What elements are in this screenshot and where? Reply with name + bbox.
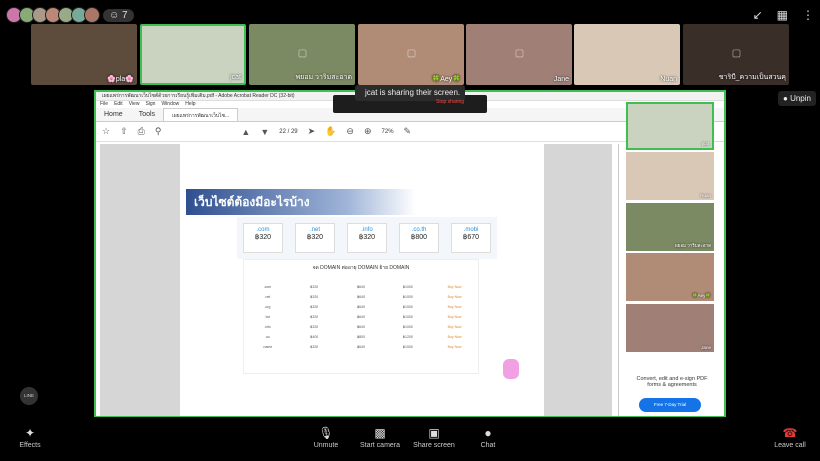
participant-name: jcat [230, 74, 241, 81]
gallery-tile[interactable]: Nuan [626, 152, 714, 200]
chat-icon: ● [484, 426, 492, 440]
minimize-icon[interactable]: ↙ [753, 8, 763, 22]
line-logo: LINE [20, 387, 38, 405]
phone-hangup-icon: ☎ [782, 426, 798, 440]
free-trial-button[interactable]: Free 7-Day Trial [639, 398, 701, 412]
menu-item[interactable]: File [100, 101, 108, 108]
start-camera-button[interactable]: ▩ Start camera [355, 426, 405, 449]
cursor-icon[interactable]: ➤ [308, 126, 316, 137]
print-icon[interactable]: ⎙ [138, 126, 145, 137]
tab-home[interactable]: Home [96, 108, 131, 121]
pdf-page: เว็บไซต์ต้องมีอะไรบ้าง .com ฿320 .net ฿320… [180, 144, 544, 416]
camera-off-icon: ▢ [406, 48, 417, 60]
chat-button[interactable]: ● Chat [463, 426, 513, 449]
window-controls: ↙ ▦ ⋮ [753, 8, 814, 22]
participant-name: Nuan [660, 76, 677, 83]
table-row: .info ฿320 ฿640 ฿1000 Buy Now [264, 325, 462, 329]
participant-name: jcat [701, 141, 709, 146]
table-row: .biz ฿320 ฿640 ฿1000 Buy Now [264, 315, 462, 319]
price-cards: .com ฿320 .net ฿320 .info ฿320 .co.th ฿800 .… [237, 217, 497, 259]
gallery-tile[interactable]: jcat [626, 102, 714, 150]
gallery-tile[interactable]: พยอม วาริมสะอาด [626, 203, 714, 251]
stop-sharing-button[interactable]: Stop sharing [436, 99, 464, 105]
video-tile[interactable]: jcat [140, 24, 246, 85]
document-area[interactable]: เว็บไซต์ต้องมีอะไรบ้าง .com ฿320 .net ฿320… [100, 144, 612, 416]
camera-off-icon: ▢ [731, 48, 742, 60]
zoom-level[interactable]: 72% [382, 129, 394, 135]
video-tile[interactable]: 🌸pla🌸 [31, 24, 137, 85]
effects-button[interactable]: ✦ Effects [5, 426, 55, 449]
zoom-in-icon[interactable]: ⊕ [364, 126, 372, 137]
unmute-button[interactable]: 🎙 Unmute [301, 426, 351, 449]
leave-call-button[interactable]: ☎ Leave call [765, 426, 815, 449]
price-card: .net ฿320 [295, 223, 335, 253]
table-title: จด DOMAIN ต่ออายุ DOMAIN ย้าย DOMAIN [312, 265, 410, 271]
price-card: .co.th ฿800 [399, 223, 439, 253]
participant-name: Nuan [700, 193, 711, 198]
share-screen-button[interactable]: ▣ Share screen [409, 426, 459, 449]
video-tile[interactable]: Nuan [574, 24, 680, 85]
participant-avatars[interactable]: ☺ 7 [6, 6, 134, 24]
gallery-tile[interactable]: 🍀Aey🍀 [626, 253, 714, 301]
hand-icon[interactable]: ✋ [325, 126, 336, 137]
tab-document[interactable]: เผยแพร่การพัฒนาเว็บไซ... [163, 108, 239, 121]
price-card: .com ฿320 [243, 223, 283, 253]
video-tile[interactable]: ▢ 🍀Aey🍀 [358, 24, 464, 85]
menu-item[interactable]: Edit [114, 101, 123, 108]
sparkle-icon: ✦ [24, 426, 36, 440]
zoom-search-icon[interactable]: ⚲ [155, 126, 162, 137]
participant-name: 🌸pla🌸 [107, 76, 134, 83]
camera-off-icon: ▢ [297, 48, 308, 60]
avatar [84, 7, 100, 23]
page-up-icon[interactable]: ▲ [241, 127, 250, 137]
page-down-icon[interactable]: ▼ [260, 127, 269, 137]
page-number[interactable]: 22 / 29 [279, 129, 297, 135]
share-screen-icon: ▣ [428, 426, 440, 440]
unpin-button[interactable]: ● Unpin [778, 91, 816, 106]
participant-count[interactable]: ☺ 7 [103, 8, 134, 22]
mascot-image [503, 359, 519, 379]
participant-name: 🍀Aey🍀 [692, 293, 711, 298]
menu-item[interactable]: Window [161, 101, 179, 108]
table-row: .com ฿320 ฿640 ฿1000 Buy Now [263, 285, 462, 289]
price-card: .info ฿320 [347, 223, 387, 253]
video-tile[interactable]: ▢ ชาริบี_ความเป็นสวนคุ [683, 24, 789, 85]
domain-table: จด DOMAIN ต่ออายุ DOMAIN ย้าย DOMAIN .co… [243, 259, 479, 374]
video-tile[interactable]: ▢ Jane [466, 24, 572, 85]
people-icon: ☺ [109, 9, 120, 21]
camera-off-icon: ▢ [514, 48, 525, 60]
table-row: .name ฿320 ฿640 ฿1000 Buy Now [262, 345, 462, 349]
participant-name: Jane [553, 76, 569, 83]
gallery-tile[interactable]: Jane [626, 304, 714, 352]
mic-off-icon: 🎙 [318, 426, 334, 440]
video-tile[interactable]: ▢ พยอม วาริมสะอาด [249, 24, 355, 85]
promo-text: Convert, edit and e-sign PDF forms & agr… [636, 376, 708, 388]
participant-name: ชาริบี_ความเป็นสวนคุ [718, 74, 786, 81]
menu-item[interactable]: Help [185, 101, 195, 108]
tab-tools[interactable]: Tools [131, 108, 163, 121]
grid-icon[interactable]: ▦ [777, 8, 788, 22]
comment-icon[interactable]: ✎ [404, 126, 412, 137]
menu-item[interactable]: Sign [145, 101, 155, 108]
page-heading: เว็บไซต์ต้องมีอะไรบ้าง [186, 189, 416, 215]
zoom-out-icon[interactable]: ⊖ [346, 126, 354, 137]
table-row: .net ฿320 ฿640 ฿1000 Buy Now [264, 295, 462, 299]
participant-name: พยอม วาริมสะอาด [674, 243, 711, 248]
more-icon[interactable]: ⋮ [802, 8, 814, 22]
participant-name: 🍀Aey🍀 [431, 76, 462, 83]
table-row: .org ฿320 ฿640 ฿1000 Buy Now [264, 305, 462, 309]
camera-off-icon: ▩ [374, 426, 386, 440]
star-icon[interactable]: ☆ [102, 126, 110, 137]
participant-name: Jane [701, 345, 711, 350]
menu-item[interactable]: View [129, 101, 140, 108]
table-row: .us ฿400 ฿800 ฿1200 Buy Now [265, 335, 462, 339]
participant-name: พยอม วาริมสะอาด [295, 74, 352, 81]
upload-icon[interactable]: ⇧ [120, 126, 128, 137]
price-card: .mobi ฿670 [451, 223, 491, 253]
